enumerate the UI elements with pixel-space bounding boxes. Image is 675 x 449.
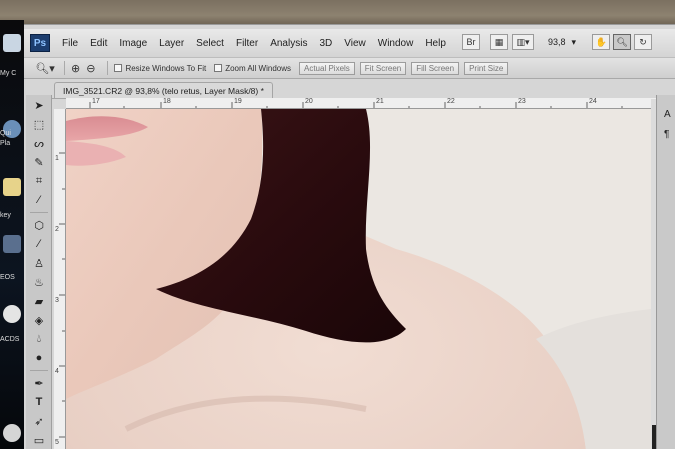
history-brush-icon[interactable]: ♨ <box>28 273 50 291</box>
character-panel-icon[interactable]: A <box>664 109 671 120</box>
divider <box>30 212 48 213</box>
menubar-tools: Br ▦ ▥▾ 93,8 ▾ ✋ 🔍︎ ↻ <box>462 34 653 50</box>
ruler-label: 4 <box>55 368 59 375</box>
camera-icon[interactable] <box>3 235 21 253</box>
ruler-label: 3 <box>55 297 59 304</box>
desktop-label: Pla <box>0 140 11 147</box>
menu-image[interactable]: Image <box>119 38 147 49</box>
acdsee-icon[interactable] <box>3 305 21 323</box>
eraser-icon[interactable]: ▰ <box>28 292 50 310</box>
document-title: IMG_3521.CR2 @ 93,8% (telo retus, Layer … <box>63 86 264 96</box>
divider <box>107 61 109 75</box>
menu-file[interactable]: File <box>62 38 78 49</box>
menu-bar: Ps File Edit Image Layer Select Filter A… <box>24 29 675 57</box>
move-tool-icon[interactable]: ➤ <box>28 96 50 114</box>
ruler-label: 17 <box>92 98 100 105</box>
zoom-out-icon[interactable]: ⊖ <box>86 62 95 75</box>
desktop-label: ACDS <box>0 336 20 343</box>
ruler-label: 23 <box>518 98 526 105</box>
fit-screen-button[interactable]: Fit Screen <box>359 61 407 75</box>
options-bar: 🔍︎▾ ⊕ ⊖ Resize Windows To Fit Zoom All W… <box>24 57 675 79</box>
actual-pixels-button[interactable]: Actual Pixels <box>299 61 355 75</box>
zoom-in-icon[interactable]: ⊕ <box>71 62 80 75</box>
path-select-icon[interactable]: ➶ <box>28 412 50 430</box>
vertical-ruler: 1 2 3 4 5 <box>54 109 66 449</box>
photo-image <box>66 109 651 449</box>
zoom-all-windows-checkbox[interactable]: Zoom All Windows <box>214 64 291 73</box>
menu-3d[interactable]: 3D <box>319 38 332 49</box>
divider <box>30 370 48 371</box>
desktop-label: Qui <box>0 130 11 137</box>
photoshop-window: Ps File Edit Image Layer Select Filter A… <box>24 24 675 449</box>
desktop-label: key <box>0 212 11 219</box>
checkbox-box[interactable] <box>214 64 223 72</box>
divider <box>64 61 65 75</box>
menu-filter[interactable]: Filter <box>236 38 258 49</box>
blur-tool-icon[interactable]: 💧︎ <box>28 330 50 348</box>
ruler-label: 2 <box>55 226 59 233</box>
fill-screen-button[interactable]: Fill Screen <box>411 61 460 75</box>
crop-tool-icon[interactable]: ⌗ <box>28 172 50 190</box>
ruler-ticks <box>89 102 623 108</box>
shape-tool-icon[interactable]: ▭ <box>28 431 50 449</box>
arrange-documents-icon[interactable]: ▥▾ <box>512 34 534 50</box>
ruler-label: 20 <box>305 98 313 105</box>
marquee-tool-icon[interactable]: ⬚ <box>28 115 50 133</box>
resize-windows-checkbox[interactable]: Resize Windows To Fit <box>114 64 206 73</box>
checkbox-label: Zoom All Windows <box>225 63 291 73</box>
quick-select-icon[interactable]: ✎ <box>28 153 50 171</box>
ruler-label: 24 <box>589 98 597 105</box>
menu-help[interactable]: Help <box>425 38 446 49</box>
paragraph-panel-icon[interactable]: ¶ <box>664 129 669 140</box>
zoom-level-field[interactable]: 93,8 <box>548 37 566 47</box>
menu-analysis[interactable]: Analysis <box>270 38 307 49</box>
ruler-label: 1 <box>55 155 59 162</box>
print-size-button[interactable]: Print Size <box>464 61 509 75</box>
menu-select[interactable]: Select <box>196 38 224 49</box>
document-canvas[interactable] <box>66 109 651 449</box>
ruler-label: 19 <box>234 98 242 105</box>
toolbox: ➤ ⬚ ᔕ ✎ ⌗ ⁄ ⬡ ∕ ♙ ♨ ▰ ◈ 💧︎ ● ✒ T ➶ ▭ <box>26 95 52 449</box>
menu-window[interactable]: Window <box>378 38 414 49</box>
pen-tool-icon[interactable]: ✒ <box>28 374 50 392</box>
photoshop-logo-icon[interactable]: Ps <box>30 34 50 52</box>
ruler-label: 5 <box>55 439 59 446</box>
hand-icon[interactable]: ✋ <box>592 34 611 50</box>
monitor-bezel <box>0 0 675 26</box>
zoom-icon[interactable]: 🔍︎ <box>613 34 632 50</box>
desktop-label: EOS <box>0 274 15 281</box>
desktop-label: My C <box>0 70 17 77</box>
paint-bucket-icon[interactable]: ◈ <box>28 311 50 329</box>
cd-icon[interactable] <box>3 424 21 442</box>
dodge-tool-icon[interactable]: ● <box>28 349 50 367</box>
ruler-label: 21 <box>376 98 384 105</box>
brush-tool-icon[interactable]: ∕ <box>28 235 50 253</box>
view-extras-icon[interactable]: ▦ <box>490 34 508 50</box>
magnifier-icon[interactable]: 🔍︎▾ <box>32 60 58 76</box>
checkbox-label: Resize Windows To Fit <box>125 63 207 73</box>
ruler-label: 18 <box>163 98 171 105</box>
computer-icon[interactable] <box>3 34 21 52</box>
eyedropper-icon[interactable]: ⁄ <box>28 191 50 209</box>
document-tab[interactable]: IMG_3521.CR2 @ 93,8% (telo retus, Layer … <box>54 82 273 99</box>
rotate-view-icon[interactable]: ↻ <box>634 34 653 50</box>
checkbox-box[interactable] <box>114 64 123 72</box>
lasso-tool-icon[interactable]: ᔕ <box>28 134 50 152</box>
ruler-label: 22 <box>447 98 455 105</box>
type-tool-icon[interactable]: T <box>28 393 50 411</box>
menu-layer[interactable]: Layer <box>159 38 184 49</box>
desktop: My C Qui Pla key EOS ACDS CD <box>0 20 24 449</box>
bridge-icon[interactable]: Br <box>462 34 480 50</box>
menu-view[interactable]: View <box>344 38 366 49</box>
horizontal-ruler: 17 18 19 20 21 22 23 24 <box>66 98 656 109</box>
menu-edit[interactable]: Edit <box>90 38 107 49</box>
healing-brush-icon[interactable]: ⬡ <box>28 216 50 234</box>
chevron-down-icon[interactable]: ▾ <box>572 37 577 48</box>
clone-stamp-icon[interactable]: ♙ <box>28 254 50 272</box>
panel-dock <box>656 95 675 449</box>
folder-icon[interactable] <box>3 178 21 196</box>
